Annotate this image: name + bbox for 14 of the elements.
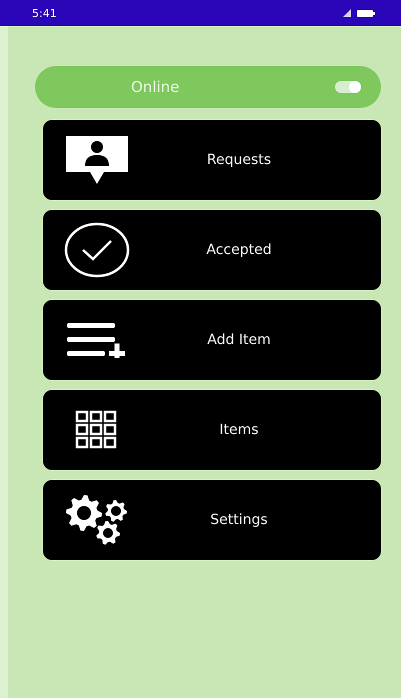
grid-icon	[75, 410, 119, 450]
menu-card[interactable]: Settings	[43, 480, 381, 560]
gears-icon	[64, 493, 130, 547]
menu-card[interactable]: Requests	[43, 120, 381, 200]
menu-card[interactable]: Add Item	[43, 300, 381, 380]
check-circle-icon	[64, 221, 130, 279]
menu-card[interactable]: Accepted	[43, 210, 381, 290]
signal-battery-icon	[343, 8, 377, 18]
clock-time: 5:41	[32, 6, 57, 20]
person-speech-bubble-icon	[64, 134, 130, 186]
online-label: Online	[131, 78, 180, 96]
list-add-icon	[67, 322, 127, 358]
menu-card[interactable]: Items	[43, 390, 381, 470]
toggle-switch[interactable]	[335, 81, 361, 93]
